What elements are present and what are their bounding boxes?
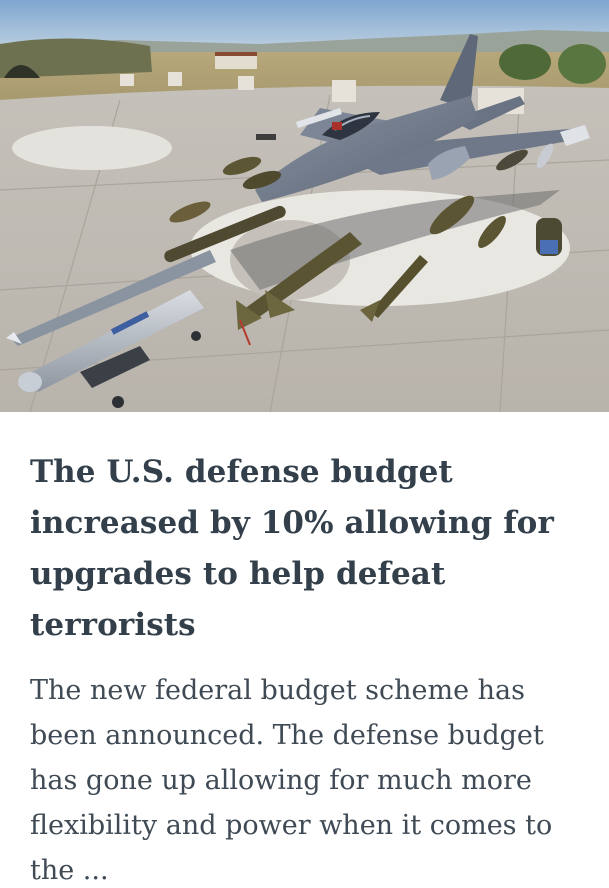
ground-marking [12, 126, 172, 170]
article-hero-image[interactable] [0, 0, 609, 412]
article-title[interactable]: The U.S. defense budget increased by 10%… [30, 447, 590, 651]
article-card[interactable]: The U.S. defense budget increased by 10%… [0, 0, 609, 888]
tree [499, 44, 551, 80]
article-excerpt: The new federal budget scheme has been a… [30, 675, 553, 886]
building [215, 55, 257, 69]
tree [558, 44, 606, 84]
